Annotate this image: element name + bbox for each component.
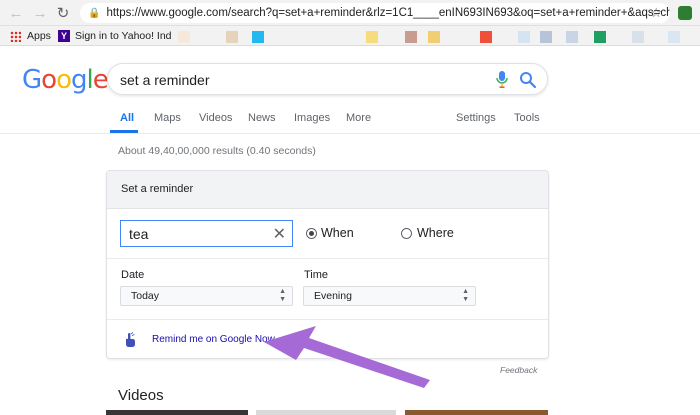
bookmark-favicon[interactable] (366, 31, 378, 43)
tab-maps[interactable]: Maps (154, 112, 181, 124)
time-label: Time (304, 269, 329, 281)
arrow-right-icon[interactable]: → (30, 3, 50, 23)
results-count: About 49,40,00,000 results (0.40 seconds… (118, 145, 316, 157)
tab-all[interactable]: All (120, 112, 134, 124)
where-radio[interactable] (401, 228, 412, 239)
google-now-hand-icon (126, 332, 135, 347)
logo-letter: G (22, 65, 42, 95)
time-select[interactable]: Evening ▲ ▼ (303, 286, 476, 306)
search-tabs: All Maps Videos News Images More Setting… (0, 108, 700, 134)
bookmark-apps[interactable]: Apps (10, 29, 51, 43)
search-box[interactable] (107, 63, 548, 95)
logo-letter: e (92, 65, 109, 95)
video-thumbnail[interactable] (106, 410, 248, 415)
tab-news[interactable]: News (248, 112, 276, 124)
video-thumbnail[interactable] (256, 410, 396, 415)
bookmark-favicon[interactable] (252, 31, 264, 43)
bookmark-favicon[interactable] (178, 31, 190, 43)
logo-letter: o (56, 65, 72, 95)
search-icon[interactable] (519, 71, 537, 89)
bookmark-favicon[interactable] (540, 31, 552, 43)
bookmark-favicon[interactable] (428, 31, 440, 43)
bookmark-favicon[interactable] (226, 31, 238, 43)
browser-toolbar: ← → ↻ 🔒 https://www.google.com/search?q=… (0, 0, 700, 26)
logo-letter: g (71, 65, 87, 95)
tab-more[interactable]: More (346, 112, 371, 124)
reminder-task-input[interactable] (129, 226, 259, 242)
divider (107, 319, 548, 320)
bookmarks-bar: Apps Y Sign in to Yahoo! Ind (0, 26, 700, 46)
reminder-task-field[interactable]: ✕ (120, 220, 293, 247)
apps-grid-icon (10, 30, 21, 42)
annotation-arrow-icon (264, 326, 430, 388)
search-input[interactable] (120, 72, 480, 88)
active-tab-indicator (110, 130, 138, 133)
star-icon[interactable]: ☆ (650, 5, 662, 21)
bookmark-favicon[interactable] (518, 31, 530, 43)
reminder-card-header: Set a reminder (107, 171, 548, 209)
bookmark-favicon[interactable] (480, 31, 492, 43)
bookmark-favicon[interactable] (594, 31, 606, 43)
bookmark-yahoo[interactable]: Y Sign in to Yahoo! Ind (58, 29, 172, 43)
when-label[interactable]: When (321, 226, 354, 240)
videos-heading: Videos (118, 387, 164, 404)
lock-icon: 🔒 (88, 7, 101, 19)
google-logo[interactable]: Google (22, 65, 109, 95)
arrow-left-icon[interactable]: ← (6, 3, 26, 23)
yahoo-icon: Y (58, 30, 70, 42)
microphone-icon[interactable] (496, 71, 508, 88)
divider (107, 258, 548, 259)
tab-images[interactable]: Images (294, 112, 330, 124)
remind-google-now-link[interactable]: Remind me on Google Now (152, 334, 275, 345)
select-arrows-icon: ▲ ▼ (279, 288, 286, 303)
bookmark-favicon[interactable] (668, 31, 680, 43)
date-select-value: Today (131, 290, 160, 302)
logo-letter: o (41, 65, 57, 95)
address-bar[interactable]: 🔒 https://www.google.com/search?q=set+a+… (80, 3, 670, 23)
bookmark-favicon[interactable] (566, 31, 578, 43)
extension-icon[interactable] (678, 6, 692, 20)
video-thumbnail[interactable] (405, 410, 548, 415)
select-arrows-icon: ▲ ▼ (462, 288, 469, 303)
date-label: Date (121, 269, 145, 281)
bookmark-favicon[interactable] (632, 31, 644, 43)
clear-icon[interactable]: ✕ (273, 224, 286, 244)
date-select[interactable]: Today ▲ ▼ (120, 286, 293, 306)
where-label[interactable]: Where (417, 226, 454, 240)
when-radio[interactable] (306, 228, 317, 239)
time-select-value: Evening (314, 290, 352, 302)
feedback-link[interactable]: Feedback (500, 365, 537, 375)
tab-videos[interactable]: Videos (199, 112, 232, 124)
bookmark-favicon[interactable] (405, 31, 417, 43)
url-text: https://www.google.com/search?q=set+a+re… (106, 7, 670, 19)
reminder-card-title: Set a reminder (121, 183, 194, 195)
tab-settings[interactable]: Settings (456, 112, 496, 124)
reload-icon[interactable]: ↻ (53, 3, 73, 23)
tab-tools[interactable]: Tools (514, 112, 540, 124)
